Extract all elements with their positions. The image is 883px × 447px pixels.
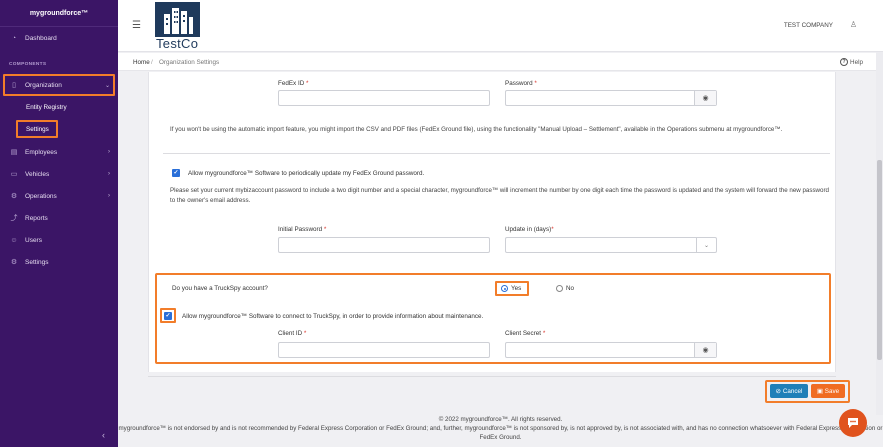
company-name[interactable]: TEST COMPANY — [784, 22, 833, 29]
settings-highlight — [16, 120, 58, 138]
fedex-id-label: FedEx ID * — [278, 80, 309, 87]
truckspy-question: Do you have a TruckSpy account? — [172, 285, 268, 292]
truckspy-no-label[interactable]: No — [566, 285, 574, 292]
dashboard-icon: ◔ — [11, 34, 17, 42]
truckspy-no-radio[interactable] — [556, 285, 563, 292]
chat-icon[interactable] — [839, 409, 867, 437]
user-icon[interactable]: ♙ — [850, 20, 857, 29]
truckspy-allow-checkbox[interactable]: ✓ — [164, 312, 172, 320]
fedex-id-input[interactable] — [278, 90, 490, 106]
organization-highlight — [3, 74, 115, 96]
initial-password-input[interactable] — [278, 237, 490, 253]
breadcrumb-home[interactable]: Home — [133, 59, 150, 66]
company-logo-image — [155, 2, 200, 37]
reports-icon: ⤴ — [10, 215, 18, 222]
settings-icon: ⚙ — [10, 259, 18, 266]
sidebar: mygroundforce™ ◔ Dashboard COMPONENTS ▯ … — [0, 0, 118, 447]
password-input[interactable]: ◉ — [505, 90, 717, 106]
footer: © 2022 mygroundforce™. All rights reserv… — [118, 415, 883, 442]
sidebar-item-label: Reports — [25, 214, 48, 222]
page-scrollbar-thumb[interactable] — [877, 160, 882, 360]
collapse-sidebar-icon[interactable]: ‹ — [102, 430, 105, 440]
brand-name: mygroundforce™ — [0, 0, 118, 27]
password-policy-note: Please set your current mybizaccount pas… — [170, 187, 829, 204]
truckspy-yes-radio[interactable] — [501, 285, 508, 292]
sidebar-item-reports[interactable]: ⤴ Reports — [0, 210, 118, 226]
help-link[interactable]: ? Help — [840, 58, 863, 66]
eye-icon[interactable]: ◉ — [694, 91, 716, 105]
password-label: Password * — [505, 80, 537, 87]
sidebar-item-label: Vehicles — [25, 170, 50, 178]
hamburger-menu-icon[interactable]: ☰ — [132, 20, 141, 31]
breadcrumb-separator: / — [151, 59, 153, 66]
sidebar-item-operations[interactable]: ⚙ Operations › — [0, 188, 118, 204]
client-secret-input[interactable]: ◉ — [505, 342, 717, 358]
sidebar-section-label: COMPONENTS — [9, 62, 47, 67]
chevron-right-icon: › — [108, 171, 110, 177]
breadcrumb: Home / Organization Settings ? Help — [118, 53, 883, 71]
users-icon: ☺ — [10, 236, 18, 244]
cancel-label: Cancel — [782, 387, 803, 395]
eye-icon[interactable]: ◉ — [694, 343, 716, 357]
save-icon: ▣ — [816, 387, 823, 395]
cancel-button[interactable]: ⊘ Cancel — [770, 384, 808, 398]
employees-icon: ▤ — [10, 149, 18, 156]
auto-update-checkbox[interactable]: ✓ — [172, 169, 180, 177]
company-logo-text: TestCo — [156, 36, 199, 51]
help-icon: ? — [840, 58, 849, 66]
save-button[interactable]: ▣ Save — [811, 384, 845, 398]
truckspy-yes-label[interactable]: Yes — [511, 285, 521, 292]
client-id-input[interactable] — [278, 342, 490, 358]
update-days-select[interactable]: ⌄ — [505, 237, 717, 253]
actions-divider — [148, 376, 836, 377]
sidebar-item-label: Employees — [25, 148, 58, 156]
manual-upload-note: If you won't be using the automatic impo… — [170, 126, 783, 133]
sidebar-item-users[interactable]: ☺ Users — [0, 232, 118, 248]
chevron-right-icon: › — [108, 149, 110, 155]
truckspy-allow-label: Allow mygroundforce™ Software to connect… — [182, 313, 484, 320]
breadcrumb-current: Organization Settings — [159, 59, 220, 66]
sidebar-subitem-entity-registry[interactable]: Entity Registry — [26, 104, 67, 111]
footer-disclaimer: mygroundforce™ is not endorsed by and is… — [118, 425, 883, 441]
auto-update-label: Allow mygroundforce™ Software to periodi… — [188, 170, 425, 177]
sidebar-item-vehicles[interactable]: ▭ Vehicles › — [0, 166, 118, 182]
sidebar-item-label: Dashboard — [25, 34, 57, 42]
update-days-label: Update in (days)* — [505, 226, 554, 233]
chevron-right-icon: › — [108, 193, 110, 199]
top-header: ☰ TestCo TEST COMPANY ♙ — [118, 0, 883, 52]
sidebar-item-settings[interactable]: ⚙ Settings — [0, 254, 118, 270]
vehicles-icon: ▭ — [10, 171, 18, 178]
client-id-label: Client ID * — [278, 330, 307, 337]
save-label: Save — [824, 387, 840, 395]
help-label: Help — [850, 58, 863, 66]
footer-copyright: © 2022 mygroundforce™. All rights reserv… — [438, 416, 563, 423]
sidebar-item-dashboard[interactable]: ◔ Dashboard — [0, 30, 118, 46]
client-secret-label: Client Secret * — [505, 330, 546, 337]
section-divider — [163, 153, 830, 154]
sidebar-item-label: Settings — [25, 258, 49, 266]
operations-icon: ⚙ — [10, 193, 18, 200]
sidebar-item-label: Users — [25, 236, 42, 244]
initial-password-label: Initial Password * — [278, 226, 327, 233]
sidebar-item-label: Operations — [25, 192, 57, 200]
chevron-down-icon: ⌄ — [696, 238, 716, 252]
sidebar-item-employees[interactable]: ▤ Employees › — [0, 144, 118, 160]
cancel-icon: ⊘ — [775, 387, 781, 395]
